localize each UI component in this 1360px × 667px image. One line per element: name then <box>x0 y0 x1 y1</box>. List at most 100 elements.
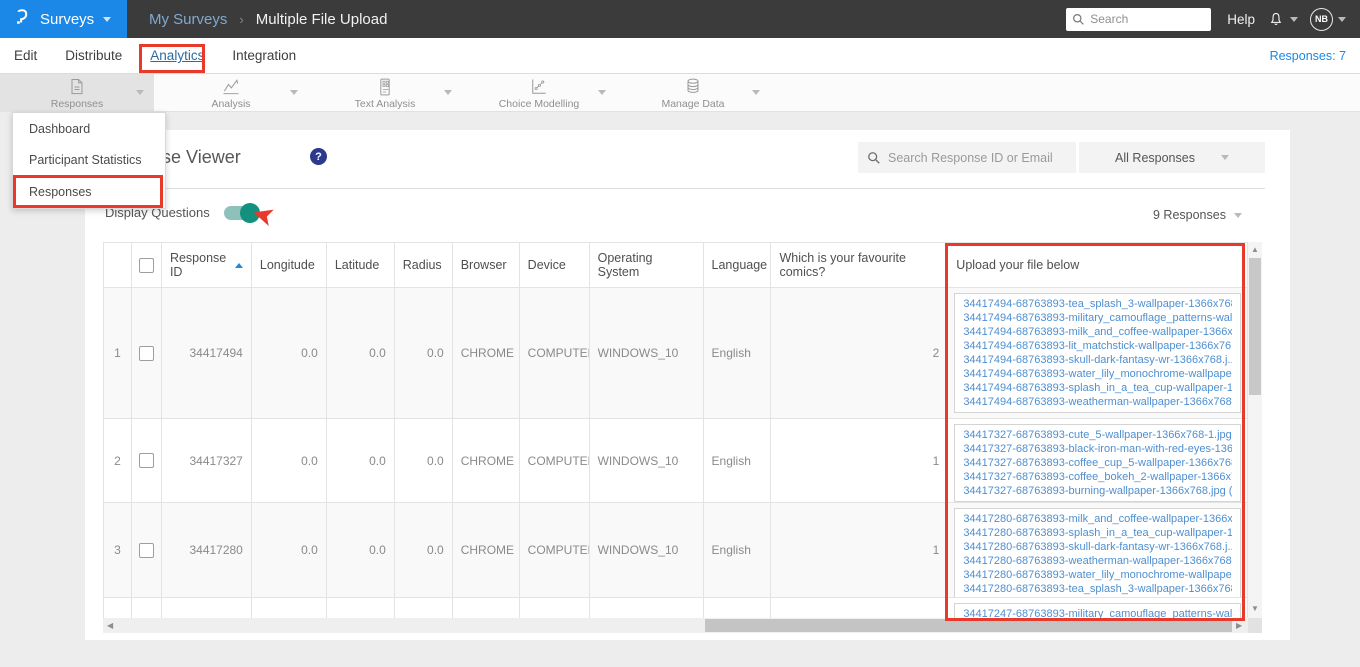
questionpro-logo-icon <box>12 5 31 33</box>
cell-uploads: 34417280-68763893-milk_and_coffee-wallpa… <box>948 503 1248 597</box>
scroll-left-icon[interactable]: ◀ <box>107 621 113 630</box>
toolbar-item-label: Responses <box>50 97 104 110</box>
breadcrumb: My Surveys › Multiple File Upload <box>149 11 387 28</box>
horizontal-scroll-thumb[interactable] <box>705 619 1232 632</box>
toolbar-item-responses[interactable]: Responses <box>0 74 154 112</box>
header-response-id[interactable]: Response ID <box>162 243 252 287</box>
file-list: 34417494-68763893-tea_splash_3-wallpaper… <box>954 293 1242 413</box>
row-checkbox[interactable] <box>138 542 154 558</box>
notifications-button[interactable] <box>1267 10 1298 29</box>
file-link[interactable]: 34417280-68763893-tea_splash_3-wallpaper… <box>963 582 1232 596</box>
header-operating-system[interactable]: Operating System <box>590 243 704 287</box>
toolbar-item-manage-data[interactable]: Manage Data <box>616 74 770 112</box>
vertical-scroll-thumb[interactable] <box>1249 258 1261 395</box>
table-row: 1 34417494 0.0 0.0 0.0 CHROME COMPUTER W… <box>104 288 1248 419</box>
file-link[interactable]: 34417280-68763893-water_lily_monochrome-… <box>963 568 1232 582</box>
file-link[interactable]: 34417327-68763893-coffee_cup_5-wallpaper… <box>963 456 1232 470</box>
response-filter-dropdown[interactable]: All Responses <box>1079 142 1265 173</box>
cell-browser: CHROME <box>453 503 520 597</box>
menu-item-participant-statistics[interactable]: Participant Statistics <box>13 144 165 175</box>
toolbar-item-text-analysis[interactable]: Text Analysis <box>308 74 462 112</box>
row-checkbox[interactable] <box>138 345 154 361</box>
display-questions-toggle[interactable] <box>223 202 260 223</box>
chevron-down-icon <box>444 90 452 95</box>
responses-count-dropdown[interactable]: 9 Responses <box>1153 208 1242 222</box>
file-list: 34417327-68763893-cute_5-wallpaper-1366x… <box>954 424 1242 502</box>
nav-tab-analytics[interactable]: Analytics <box>150 48 204 63</box>
nav-tab-distribute[interactable]: Distribute <box>65 48 122 63</box>
file-link[interactable]: 34417327-68763893-black-iron-man-with-re… <box>963 442 1232 456</box>
file-list: 34417280-68763893-milk_and_coffee-wallpa… <box>954 508 1242 597</box>
file-link[interactable]: 34417327-68763893-cute_5-wallpaper-1366x… <box>963 428 1232 442</box>
vertical-scrollbar[interactable]: ▲ ▼ <box>1248 242 1262 618</box>
cell-longitude <box>252 598 327 618</box>
row-number: 3 <box>104 503 132 597</box>
scroll-up-icon[interactable]: ▲ <box>1251 245 1259 254</box>
analysis-icon <box>223 78 239 94</box>
row-checkbox[interactable] <box>138 453 154 468</box>
header-latitude[interactable]: Latitude <box>327 243 395 287</box>
file-link[interactable]: 34417327-68763893-burning-wallpaper-1366… <box>963 484 1232 498</box>
product-switcher[interactable]: Surveys <box>0 0 127 38</box>
chevron-down-icon <box>598 90 606 95</box>
file-link[interactable]: 34417494-68763893-military_camouflage_pa… <box>963 311 1232 325</box>
select-all-checkbox[interactable] <box>138 257 154 273</box>
cell-browser: CHROME <box>453 419 520 502</box>
scroll-right-icon[interactable]: ▶ <box>1236 621 1242 630</box>
header-longitude[interactable]: Longitude <box>252 243 327 287</box>
toolbar-item-label: Manage Data <box>661 97 725 110</box>
account-menu[interactable]: NB <box>1310 7 1346 31</box>
responses-count-badge[interactable]: Responses: 7 <box>1270 49 1346 63</box>
global-search-input[interactable] <box>1066 7 1212 31</box>
row-number: 2 <box>104 419 132 502</box>
cell-comics: 2 <box>771 288 949 418</box>
file-link[interactable]: 34417247-68763893-military_camouflage_pa… <box>963 607 1232 618</box>
help-icon[interactable]: ? <box>310 148 327 165</box>
file-link[interactable]: 34417280-68763893-splash_in_a_tea_cup-wa… <box>963 526 1232 540</box>
header-radius[interactable]: Radius <box>395 243 453 287</box>
cell-response-id: 34417327 <box>162 419 252 502</box>
nav-tab-integration[interactable]: Integration <box>232 48 296 63</box>
row-number-header <box>104 243 132 287</box>
menu-item-dashboard[interactable]: Dashboard <box>13 113 165 144</box>
avatar: NB <box>1310 7 1333 31</box>
file-link[interactable]: 34417280-68763893-milk_and_coffee-wallpa… <box>963 512 1232 526</box>
file-link[interactable]: 34417327-68763893-coffee_bokeh_2-wallpap… <box>963 470 1232 484</box>
toolbar-item-label: Analysis <box>211 97 251 110</box>
file-link[interactable]: 34417494-68763893-splash_in_a_tea_cup-wa… <box>963 381 1232 395</box>
sort-asc-icon <box>234 262 243 268</box>
horizontal-scrollbar[interactable]: ◀ ▶ <box>103 618 1248 633</box>
chevron-down-icon <box>103 16 112 22</box>
scroll-down-icon[interactable]: ▼ <box>1251 604 1259 613</box>
header-language[interactable]: Language <box>704 243 772 287</box>
nav-tab-edit[interactable]: Edit <box>14 48 37 63</box>
file-link[interactable]: 34417494-68763893-milk_and_coffee-wallpa… <box>963 325 1232 339</box>
cell-browser: CHROME <box>453 288 520 418</box>
toolbar-item-choice-modelling[interactable]: Choice Modelling <box>462 74 616 112</box>
toolbar-item-label: Choice Modelling <box>498 97 580 110</box>
manage-data-icon <box>687 78 699 93</box>
cell-os: WINDOWS_10 <box>590 503 704 597</box>
cell-comics: 1 <box>771 419 949 502</box>
choice-modelling-icon <box>532 79 546 94</box>
toolbar-item-analysis[interactable]: Analysis <box>154 74 308 112</box>
analytics-toolbar: Responses Analysis Text Analysis Choice … <box>0 74 1360 112</box>
header-upload-file[interactable]: Upload your file below <box>948 243 1248 287</box>
response-search-input[interactable] <box>858 142 1076 173</box>
header-browser[interactable]: Browser <box>453 243 520 287</box>
header-favourite-comics[interactable]: Which is your favourite comics? <box>771 243 949 287</box>
file-link[interactable]: 34417280-68763893-weatherman-wallpaper-1… <box>963 554 1232 568</box>
header-device[interactable]: Device <box>520 243 590 287</box>
breadcrumb-my-surveys[interactable]: My Surveys <box>149 11 227 28</box>
file-link[interactable]: 34417494-68763893-skull-dark-fantasy-wr-… <box>963 353 1232 367</box>
file-link[interactable]: 34417494-68763893-weatherman-wallpaper-1… <box>963 395 1232 409</box>
help-link[interactable]: Help <box>1227 12 1255 27</box>
cell-response-id <box>162 598 252 618</box>
file-link[interactable]: 34417280-68763893-skull-dark-fantasy-wr-… <box>963 540 1232 554</box>
cell-response-id: 34417280 <box>162 503 252 597</box>
chevron-down-icon <box>1233 212 1242 218</box>
file-link[interactable]: 34417494-68763893-tea_splash_3-wallpaper… <box>963 297 1232 311</box>
file-link[interactable]: 34417494-68763893-lit_matchstick-wallpap… <box>963 339 1232 353</box>
file-link[interactable]: 34417494-68763893-water_lily_monochrome-… <box>963 367 1232 381</box>
menu-item-responses[interactable]: Responses <box>13 175 165 208</box>
